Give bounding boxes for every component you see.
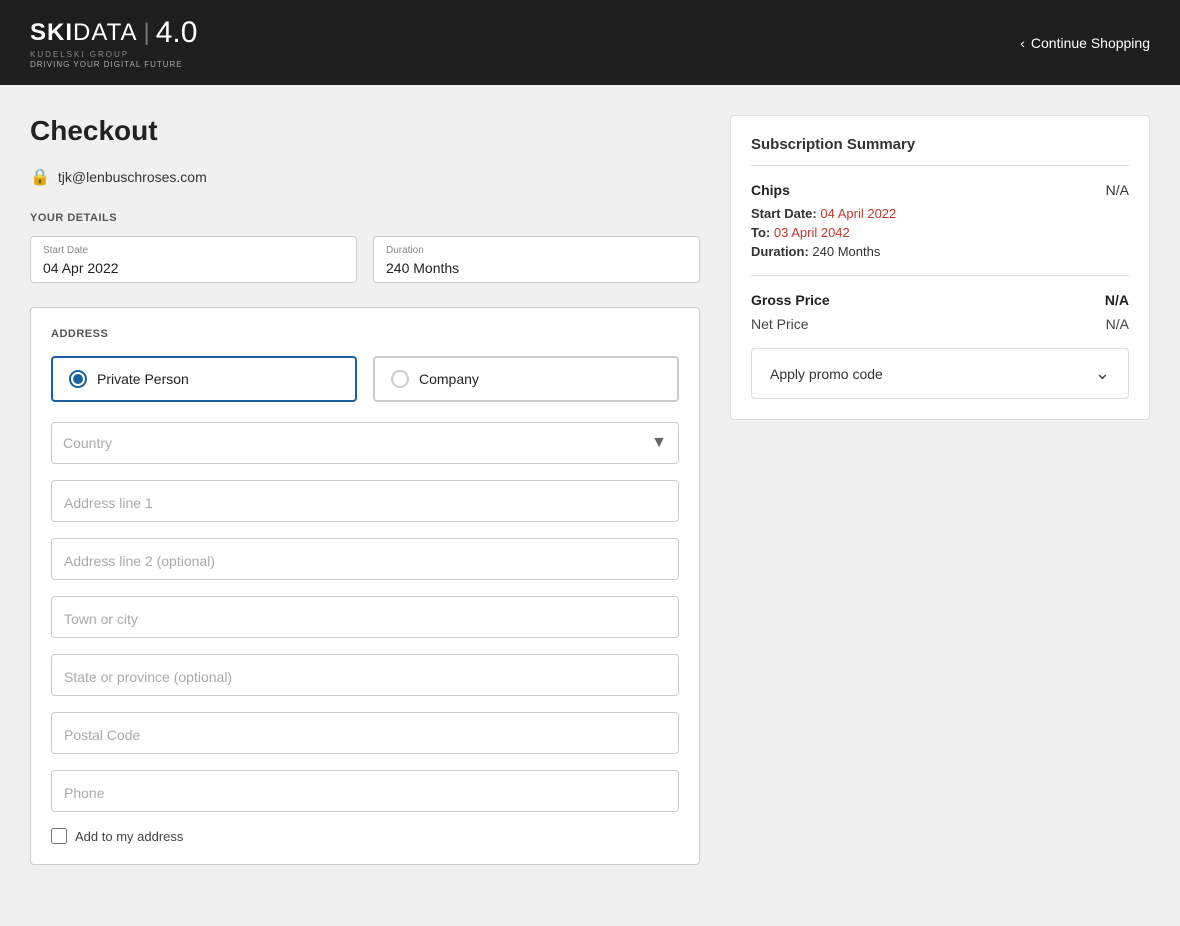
summary-start-value: 04 April 2022 [820,206,896,221]
promo-chevron-icon: ⌄ [1095,363,1110,384]
address-line1-wrapper [51,480,679,522]
chips-value: N/A [1106,182,1129,198]
summary-start-label: Start Date: [751,206,817,221]
to-date-summary-row: To: 03 April 2042 [751,225,1129,240]
logo-ski-text: SKI [30,19,73,47]
logo-driving-text: DRIVING YOUR DIGITAL FUTURE [30,60,197,69]
company-label: Company [419,371,479,387]
continue-shopping-link[interactable]: ‹ Continue Shopping [1020,35,1150,51]
address-line1-input[interactable] [51,480,679,522]
start-date-summary-row: Start Date: 04 April 2022 [751,206,1129,221]
duration-summary-row: Duration: 240 Months [751,244,1129,259]
town-input[interactable] [51,596,679,638]
country-wrapper: United States Germany Austria United Kin… [51,422,679,464]
logo-top-row: SKI DATA | 4.0 [30,16,197,50]
logo-data-text: DATA [73,19,137,47]
summary-to-label: To: [751,225,770,240]
summary-to-value: 03 April 2042 [774,225,850,240]
net-price-value: N/A [1106,316,1129,332]
net-price-row: Net Price N/A [751,316,1129,332]
add-to-address-row: Add to my address [51,828,679,844]
promo-code-section[interactable]: Apply promo code ⌄ [751,348,1129,399]
start-date-field: Start Date 04 Apr 2022 [30,236,357,283]
chips-label: Chips [751,182,790,198]
address-section: ADDRESS Private Person Company United St… [30,307,700,865]
logo-kudelski-text: KUDELSKI GROUP [30,50,197,59]
add-to-address-label: Add to my address [75,829,183,844]
left-panel: Checkout 🔒 tjk@lenbuschroses.com YOUR DE… [30,115,730,865]
logo-version-text: 4.0 [156,16,198,50]
net-price-label: Net Price [751,316,809,332]
address-line2-wrapper [51,538,679,580]
your-details-label: YOUR DETAILS [30,212,700,224]
summary-duration-value: 240 Months [812,244,880,259]
add-to-address-checkbox[interactable] [51,828,67,844]
summary-duration-label: Duration: [751,244,809,259]
address-section-label: ADDRESS [51,328,679,340]
phone-input[interactable] [51,770,679,812]
gross-price-label: Gross Price [751,292,830,308]
postal-input[interactable] [51,712,679,754]
continue-shopping-label: Continue Shopping [1031,35,1150,51]
back-chevron-icon: ‹ [1020,35,1025,51]
duration-label: Duration [386,245,687,256]
private-person-option[interactable]: Private Person [51,356,357,402]
address-line2-input[interactable] [51,538,679,580]
postal-wrapper [51,712,679,754]
subscription-summary: Subscription Summary Chips N/A Start Dat… [730,115,1150,420]
right-panel: Subscription Summary Chips N/A Start Dat… [730,115,1150,865]
lock-icon: 🔒 [30,167,50,187]
company-radio[interactable] [391,370,409,388]
private-person-radio[interactable] [69,370,87,388]
state-wrapper [51,654,679,696]
state-input[interactable] [51,654,679,696]
summary-title: Subscription Summary [751,136,1129,166]
promo-code-label: Apply promo code [770,366,883,382]
company-option[interactable]: Company [373,356,679,402]
private-person-label: Private Person [97,371,189,387]
header: SKI DATA | 4.0 KUDELSKI GROUP DRIVING YO… [0,0,1180,85]
gross-price-value: N/A [1105,292,1129,308]
email-display: tjk@lenbuschroses.com [58,169,207,185]
duration-field: Duration 240 Months [373,236,700,283]
page-title: Checkout [30,115,700,147]
logo-area: SKI DATA | 4.0 KUDELSKI GROUP DRIVING YO… [30,16,197,69]
summary-divider [751,275,1129,276]
gross-price-row: Gross Price N/A [751,292,1129,308]
duration-value: 240 Months [386,260,687,276]
country-select[interactable]: United States Germany Austria United Kin… [51,422,679,464]
town-wrapper [51,596,679,638]
phone-wrapper [51,770,679,812]
start-date-value: 04 Apr 2022 [43,260,344,276]
main-content: Checkout 🔒 tjk@lenbuschroses.com YOUR DE… [0,85,1180,895]
address-type-row: Private Person Company [51,356,679,402]
start-date-label: Start Date [43,245,344,256]
chips-row: Chips N/A [751,182,1129,198]
logo-separator: | [143,19,149,47]
email-row: 🔒 tjk@lenbuschroses.com [30,167,700,187]
date-row: Start Date 04 Apr 2022 Duration 240 Mont… [30,236,700,283]
